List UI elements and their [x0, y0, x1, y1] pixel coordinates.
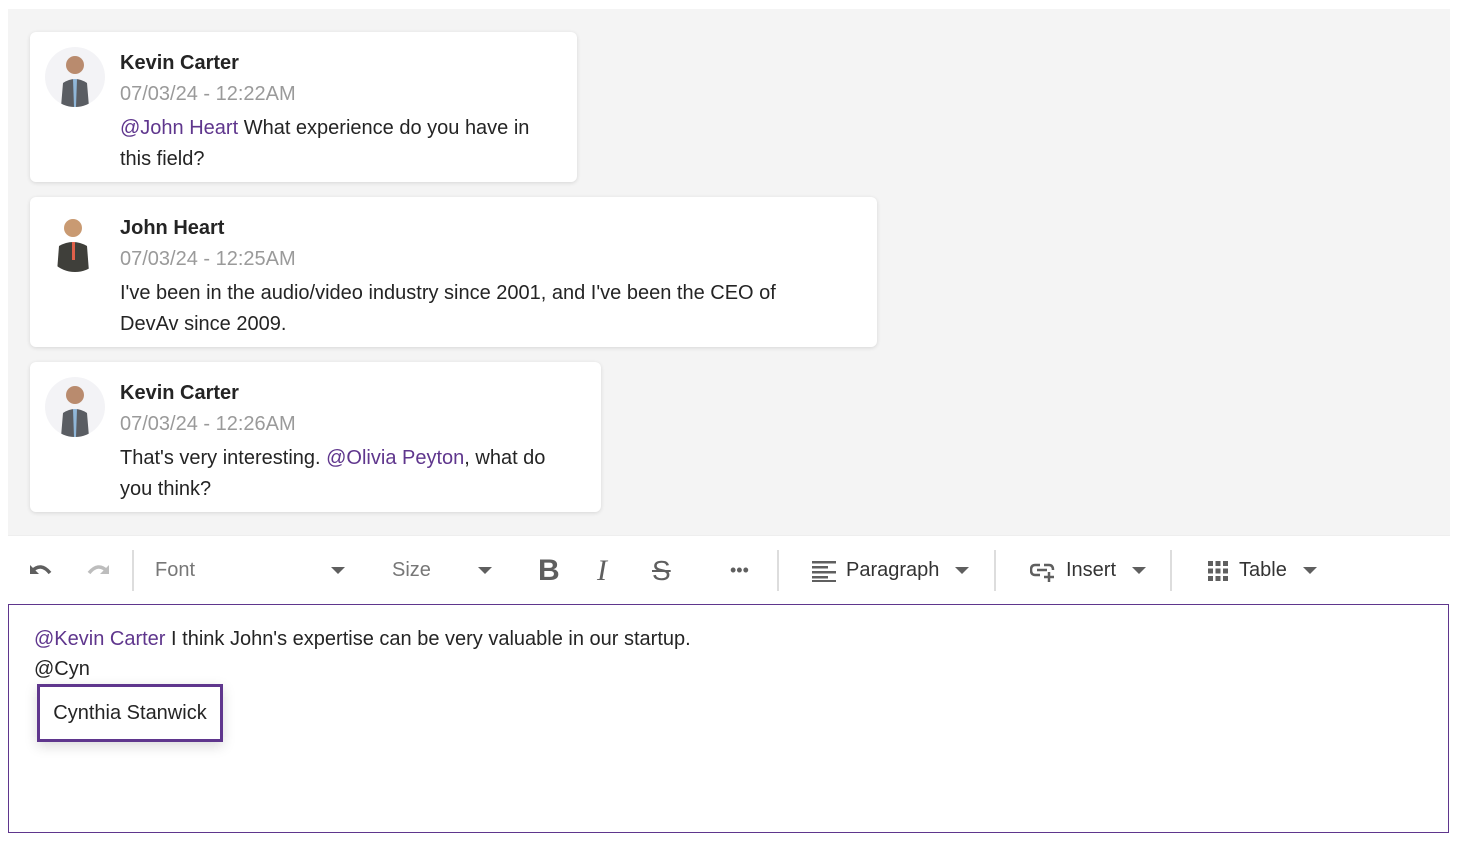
insert-select-label: Insert: [1066, 559, 1117, 581]
mention-link[interactable]: @John Heart: [120, 117, 238, 139]
paragraph-icon: [812, 560, 836, 582]
toolbar-separator: [994, 550, 996, 591]
message-text: @John Heart What experience do you have …: [120, 113, 560, 175]
insert-select[interactable]: Insert: [1030, 536, 1147, 605]
table-select-label: Table: [1239, 559, 1287, 581]
message-editor[interactable]: @Kevin Carter I think John's expertise c…: [8, 604, 1449, 833]
strikethrough-button[interactable]: S: [652, 536, 671, 605]
avatar: [45, 47, 105, 107]
more-icon: •••: [730, 560, 749, 580]
message-card: Kevin Carter 07/03/24 - 12:26AM That's v…: [30, 362, 601, 512]
undo-button[interactable]: [28, 536, 54, 605]
message-card: John Heart 07/03/24 - 12:25AM I've been …: [30, 197, 877, 347]
message-body: That's very interesting.: [120, 447, 327, 469]
mention-link[interactable]: @Kevin Carter: [34, 628, 165, 650]
toolbar-separator: [132, 550, 134, 591]
paragraph-select-label: Paragraph: [846, 559, 940, 581]
bold-icon: B: [538, 553, 560, 587]
table-select[interactable]: Table: [1207, 536, 1317, 605]
italic-icon: I: [597, 553, 607, 587]
more-button[interactable]: •••: [730, 536, 749, 605]
strikethrough-icon: S: [652, 554, 671, 586]
font-select[interactable]: Font: [155, 536, 345, 605]
redo-icon: [87, 564, 109, 574]
message-author: John Heart: [120, 217, 225, 239]
mention-suggestion-item[interactable]: Cynthia Stanwick: [37, 684, 223, 742]
editor-line: @Kevin Carter I think John's expertise c…: [34, 628, 691, 651]
message-timestamp: 07/03/24 - 12:25AM: [120, 248, 296, 270]
person-avatar-icon: [61, 56, 89, 107]
message-author: Kevin Carter: [120, 382, 239, 404]
undo-icon: [30, 564, 52, 574]
person-avatar-icon: [61, 386, 89, 437]
editor-toolbar: Font Size B I S ••• Paragraph Insert Tab…: [8, 535, 1450, 605]
table-grid-icon: [1208, 560, 1228, 581]
chevron-down-icon: [1302, 567, 1317, 574]
avatar: [45, 212, 105, 272]
avatar: [45, 377, 105, 437]
chevron-down-icon: [1132, 567, 1147, 574]
paragraph-select[interactable]: Paragraph: [812, 536, 970, 605]
chat-area: Kevin Carter 07/03/24 - 12:22AM @John He…: [8, 9, 1450, 535]
chevron-down-icon: [331, 567, 345, 574]
redo-button[interactable]: [85, 536, 111, 605]
chevron-down-icon: [478, 567, 492, 574]
italic-button[interactable]: I: [597, 536, 607, 605]
editor-text: I think John's expertise can be very val…: [165, 628, 691, 650]
message-text: I've been in the audio/video industry si…: [120, 278, 820, 340]
person-avatar-icon: [57, 219, 89, 272]
toolbar-separator: [1170, 550, 1172, 591]
bold-button[interactable]: B: [538, 536, 560, 605]
message-timestamp: 07/03/24 - 12:26AM: [120, 413, 296, 435]
font-select-label: Font: [155, 559, 196, 581]
size-select-label: Size: [392, 559, 431, 581]
editor-line: @Cyn: [34, 658, 90, 680]
link-plus-icon: [1030, 563, 1055, 582]
message-timestamp: 07/03/24 - 12:22AM: [120, 83, 296, 105]
message-text: That's very interesting. @Olivia Peyton,…: [120, 443, 580, 505]
size-select[interactable]: Size: [392, 536, 492, 605]
toolbar-separator: [777, 550, 779, 591]
message-body: I've been in the audio/video industry si…: [120, 282, 776, 335]
message-card: Kevin Carter 07/03/24 - 12:22AM @John He…: [30, 32, 577, 182]
message-author: Kevin Carter: [120, 52, 239, 74]
chevron-down-icon: [955, 567, 970, 574]
mention-link[interactable]: @Olivia Peyton: [326, 447, 464, 469]
